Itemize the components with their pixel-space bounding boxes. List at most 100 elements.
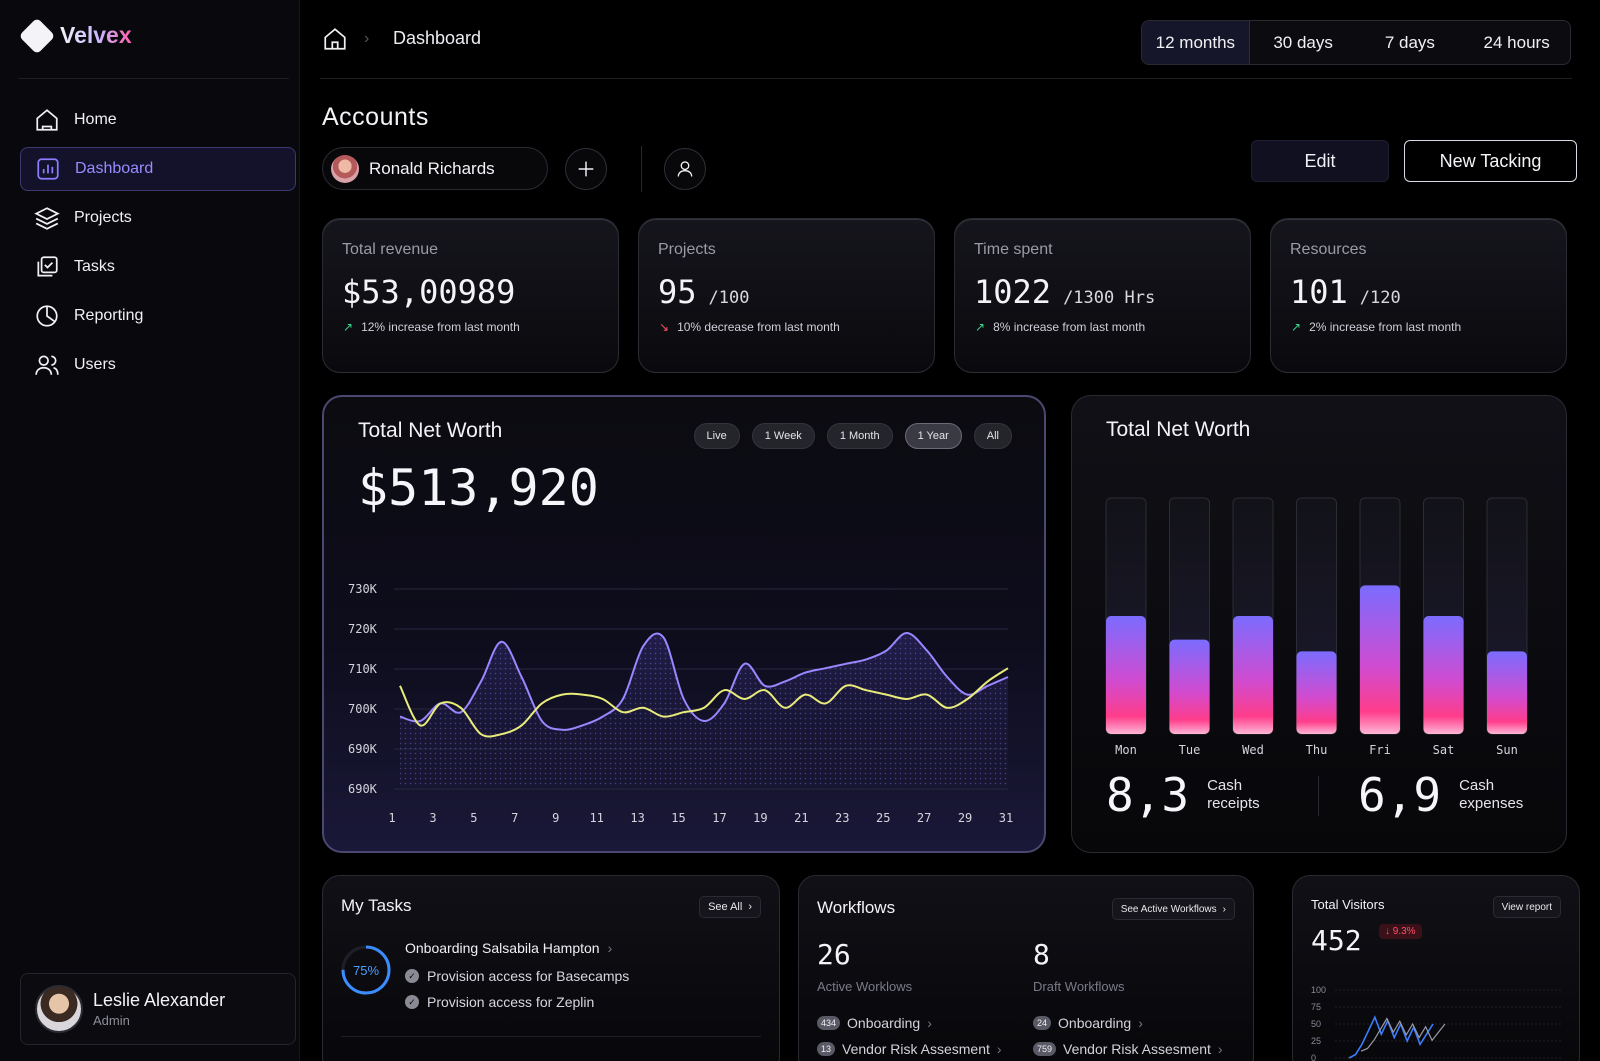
active-workflows-count: 26 — [817, 938, 851, 971]
user-icon — [677, 161, 693, 177]
sidebar-item-users[interactable]: Users — [20, 343, 296, 387]
x-tick-label: Wed — [1242, 743, 1264, 757]
brand-name: Velvex — [60, 22, 132, 48]
brand-logo[interactable]: Velvex — [18, 17, 132, 54]
check-icon: ✓ — [405, 995, 419, 1009]
users-icon — [35, 355, 59, 375]
bar[interactable] — [1296, 651, 1337, 734]
user-profile-card[interactable]: Leslie Alexander Admin — [20, 973, 296, 1045]
stat-trend: ↗ 8% increase from last month — [975, 320, 1146, 334]
range-30-days[interactable]: 30 days — [1250, 21, 1357, 64]
cash-expenses: 6,9 Cash expenses — [1358, 768, 1523, 822]
x-tick-label: 9 — [552, 811, 559, 825]
home-icon[interactable] — [322, 26, 348, 52]
chart-icon — [37, 158, 59, 180]
sidebar-item-reporting[interactable]: Reporting — [20, 294, 296, 338]
new-tracking-button[interactable]: New Tacking — [1404, 140, 1577, 182]
sidebar-item-dashboard[interactable]: Dashboard — [20, 147, 296, 191]
bar[interactable] — [1169, 639, 1210, 734]
bar[interactable] — [1423, 616, 1464, 734]
sidebar-divider — [18, 78, 289, 79]
bar[interactable] — [1360, 585, 1400, 734]
expenses-label: Cash — [1459, 777, 1495, 794]
add-account-button[interactable] — [565, 148, 607, 190]
stat-card-revenue: Total revenue $53,00989 ↗ 12% increase fr… — [322, 218, 619, 373]
receipts-label-2: receipts — [1207, 795, 1260, 812]
breadcrumb[interactable]: Dashboard — [393, 28, 481, 49]
see-all-button[interactable]: See All › — [699, 896, 761, 918]
stat-trend: ↗ 2% increase from last month — [1291, 320, 1462, 334]
workflows-card: Workflows See Active Workflows › 26 Activ… — [798, 875, 1254, 1061]
chevron-right-icon: › — [364, 30, 370, 47]
visitors-line-chart: 100 75 50 25 0 — [1311, 985, 1563, 1061]
sidebar-item-tasks[interactable]: Tasks — [20, 245, 296, 289]
task-item[interactable]: ✓ Provision access for Basecamps — [405, 968, 629, 984]
x-tick-label: Sat — [1433, 743, 1455, 757]
account-selector[interactable]: Ronald Richards — [322, 147, 548, 190]
arrow-down-right-icon: ↘ — [659, 320, 670, 334]
user-role: Admin — [93, 1013, 130, 1028]
x-tick-label: 5 — [470, 811, 477, 825]
workflow-row[interactable]: 434 Onboarding › — [817, 1015, 932, 1031]
range-24-hours[interactable]: 24 hours — [1463, 21, 1570, 64]
y-tick-label: 75 — [1311, 1002, 1321, 1012]
bar[interactable] — [1106, 616, 1146, 734]
y-tick-label: 690K — [348, 782, 378, 796]
my-tasks-card: My Tasks See All › 75% Onboarding Salsabi… — [322, 875, 780, 1061]
receipts-value: 8,3 — [1106, 768, 1190, 822]
avatar — [331, 154, 359, 183]
see-active-workflows-button[interactable]: See Active Workflows › — [1111, 898, 1235, 920]
x-tick-label: 21 — [794, 811, 808, 825]
range-12-months[interactable]: 12 months — [1142, 21, 1250, 64]
y-tick-label: 0 — [1311, 1053, 1316, 1061]
sidebar-item-home[interactable]: Home — [20, 98, 296, 142]
active-workflows-label: Active Worklows — [817, 979, 913, 994]
sidebar-item-label: Dashboard — [75, 160, 154, 177]
x-tick-label: Mon — [1115, 743, 1137, 757]
weekly-bar-chart: Mon Tue Wed Thu Fri Sat Sun — [1105, 497, 1528, 757]
user-profile-button[interactable] — [664, 148, 706, 190]
workflow-row[interactable]: 24 Onboarding › — [1033, 1015, 1143, 1031]
chevron-right-icon: › — [996, 1041, 1002, 1057]
stat-value: 95/100 — [658, 273, 750, 311]
y-tick-label: 730K — [348, 582, 378, 596]
x-tick-label: 27 — [917, 811, 931, 825]
x-tick-label: 17 — [712, 811, 726, 825]
receipts-label: Cash — [1207, 777, 1243, 794]
stat-label: Resources — [1290, 241, 1367, 258]
stat-card-resources: Resources 101/120 ↗ 2% increase from last… — [1270, 218, 1567, 373]
sidebar: Velvex Home Dashboard Projects Tasks Rep… — [0, 0, 300, 1061]
page-title: Accounts — [322, 103, 429, 131]
bar[interactable] — [1487, 651, 1527, 734]
stat-label: Projects — [658, 241, 716, 258]
net-worth-bars-card: Total Net Worth Mon Tue Wed Thu Fri Sat Sun 8,… — [1071, 395, 1567, 853]
x-tick-label: 29 — [958, 811, 972, 825]
chevron-right-icon: › — [607, 940, 613, 956]
workflow-row[interactable]: 759 Vendor Risk Assesment › — [1033, 1041, 1223, 1057]
range-7-days[interactable]: 7 days — [1357, 21, 1464, 64]
stat-label: Total revenue — [342, 241, 439, 258]
y-tick-label: 700K — [348, 702, 378, 716]
cash-receipts: 8,3 Cash receipts — [1106, 768, 1260, 822]
net-worth-line-chart: 730K720K710K700K690K690K1 3 5 7 9 11 13 15 17 19 2… — [348, 582, 1013, 825]
progress-value: 75% — [352, 963, 380, 978]
task-item[interactable]: ✓ Provision access for Zeplin — [405, 994, 594, 1010]
x-tick-label: 11 — [589, 811, 603, 825]
sidebar-nav: Home Dashboard Projects Tasks Reporting … — [20, 98, 296, 392]
x-tick-label: 15 — [671, 811, 685, 825]
stat-card-time-spent: Time spent 1022/1300 Hrs ↗ 8% increase fr… — [954, 218, 1251, 373]
user-name: Leslie Alexander — [93, 990, 226, 1010]
bar[interactable] — [1233, 616, 1273, 734]
sidebar-item-projects[interactable]: Projects — [20, 196, 296, 240]
x-tick-label: 23 — [835, 811, 849, 825]
x-tick-label: 25 — [876, 811, 890, 825]
y-tick-label: 720K — [348, 622, 378, 636]
sidebar-item-label: Home — [74, 111, 117, 128]
chevron-right-icon: › — [927, 1015, 932, 1031]
task-group[interactable]: Onboarding Salsabila Hampton › — [405, 940, 612, 956]
expenses-label-2: expenses — [1459, 795, 1524, 812]
stat-trend: ↘ 10% decrease from last month — [659, 320, 840, 334]
stat-label: Time spent — [974, 241, 1053, 258]
workflow-row[interactable]: 13 Vendor Risk Assesment › — [817, 1041, 1002, 1057]
edit-button[interactable]: Edit — [1251, 140, 1389, 182]
